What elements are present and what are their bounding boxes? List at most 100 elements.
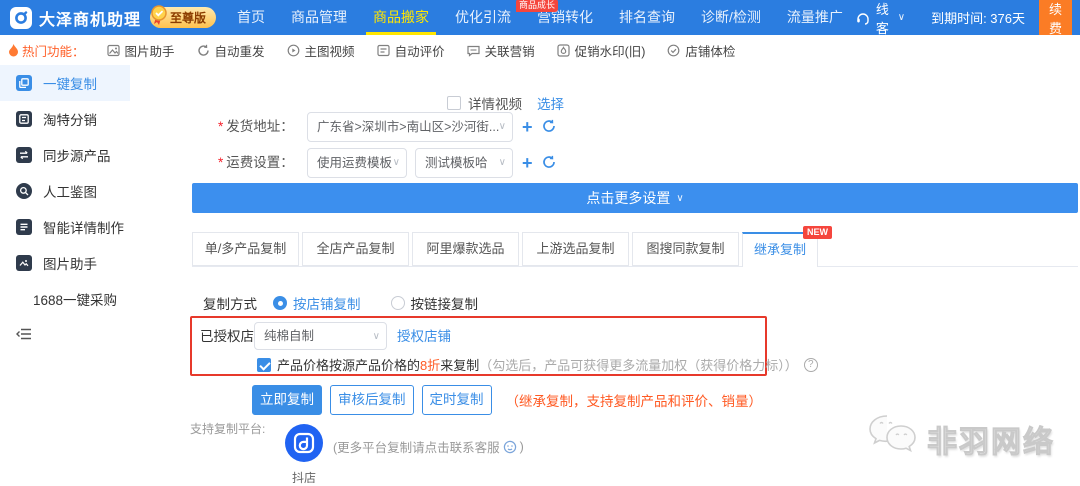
sidebar-item-sync-source[interactable]: 同步源产品 <box>0 137 130 173</box>
app-title: 大泽商机助理 <box>39 6 141 30</box>
toolbar-item-label: 促销水印(旧) <box>575 41 646 60</box>
more-settings-bar[interactable]: 点击更多设置 ∨ <box>192 183 1078 213</box>
toolbar-item-shop-checkup[interactable]: 店铺体检 <box>667 41 735 60</box>
radio-by-shop[interactable] <box>273 296 287 310</box>
watermark: 非羽网络 <box>867 414 1055 463</box>
tab-label: 继承复制 <box>754 242 806 257</box>
detail-video-select-link[interactable]: 选择 <box>537 93 564 113</box>
chevron-down-icon: ∨ <box>499 149 506 177</box>
authorize-shop-link[interactable]: 授权店铺 <box>397 323 451 351</box>
price-discount-text: 产品价格按源产品价格的8折来复制（勾选后，产品可获得更多流量加权（获得价格力标）… <box>277 355 798 374</box>
sync-icon <box>16 147 32 163</box>
expire-time: 到期时间: 376天 <box>931 8 1025 27</box>
copy-now-button[interactable]: 立即复制 <box>252 385 322 415</box>
inherit-copy-note: （继承复制，支持复制产品和评价、销量） <box>506 390 763 410</box>
flame-icon <box>8 44 19 57</box>
chevron-down-icon: ∨ <box>499 113 506 141</box>
nav-item-home[interactable]: 首页 <box>224 0 278 35</box>
copy-icon <box>16 75 32 91</box>
image-icon <box>107 44 120 57</box>
toolbar-item-label: 图片助手 <box>125 41 175 60</box>
headset-icon <box>856 11 870 25</box>
sidebar-item-image-helper[interactable]: 图片助手 <box>0 245 130 281</box>
freight-label: *运费设置： <box>218 148 294 178</box>
ship-address-value: 广东省>深圳市>南山区>沙河街... <box>317 120 499 134</box>
sidebar-collapse-icon[interactable] <box>16 327 34 346</box>
sidebar-item-smart-detail[interactable]: 智能详情制作 <box>0 209 130 245</box>
toolbar-item-label: 关联营销 <box>485 41 535 60</box>
tab-upstream-copy[interactable]: 上游选品复制 <box>522 232 629 266</box>
toolbar-item-watermark[interactable]: 促销水印(旧) <box>557 41 646 60</box>
freight-value-select[interactable]: 测试模板哈 ∨ <box>415 148 513 178</box>
sidebar-item-label: 一键复制 <box>43 73 97 93</box>
toolbar-item-image-helper[interactable]: 图片助手 <box>107 41 175 60</box>
add-freight-button[interactable]: + <box>522 148 533 178</box>
nav-item-product-move[interactable]: 商品搬家 <box>360 0 442 35</box>
sidebar-item-label: 图片助手 <box>43 253 97 273</box>
toolbar-item-related-marketing[interactable]: 关联营销 <box>467 41 535 60</box>
nav-item-ranking[interactable]: 排名查询 <box>606 0 688 35</box>
tab-single-multi-copy[interactable]: 单/多产品复制 <box>192 232 299 266</box>
sidebar-item-label: 智能详情制作 <box>43 217 124 237</box>
question-help-icon[interactable]: ? <box>804 358 818 372</box>
ship-address-select[interactable]: 广东省>深圳市>南山区>沙河街... ∨ <box>307 112 513 142</box>
tab-full-shop-copy[interactable]: 全店产品复制 <box>302 232 409 266</box>
nav-item-optimize[interactable]: 优化引流 <box>442 0 524 35</box>
freight-template-value: 使用运费模板 <box>317 156 392 170</box>
watermark-icon <box>557 44 570 57</box>
toolbar-item-auto-repost[interactable]: 自动重发 <box>197 41 265 60</box>
radio-by-link[interactable] <box>391 296 405 310</box>
scheduled-copy-button[interactable]: 定时复制 <box>422 385 492 415</box>
toolbar-item-label: 主图视频 <box>305 41 355 60</box>
nav-item-diagnose[interactable]: 诊断/检测 <box>688 0 774 35</box>
main-nav: 首页 商品管理 商品搬家 优化引流 营销转化 商品成长 排名查询 诊断/检测 流… <box>224 0 856 35</box>
chat-icon <box>467 44 480 57</box>
toolbar-item-main-video[interactable]: 主图视频 <box>287 41 355 60</box>
picture-icon <box>16 255 32 271</box>
sidebar-item-1688-purchase[interactable]: 1688一键采购 <box>0 281 130 317</box>
sidebar-item-manual-check[interactable]: 人工鉴图 <box>0 173 130 209</box>
toolbar-item-label: 自动评价 <box>395 41 445 60</box>
detail-video-checkbox[interactable] <box>447 96 461 110</box>
sidebar-item-label: 人工鉴图 <box>43 181 97 201</box>
copy-tabs: 单/多产品复制 全店产品复制 阿里爆款选品 上游选品复制 图搜同款复制 继承复制… <box>192 232 818 267</box>
discount-highlight: 8折 <box>420 355 440 374</box>
tab-inherit-copy[interactable]: 继承复制 NEW <box>742 232 818 267</box>
freight-template-select[interactable]: 使用运费模板 ∨ <box>307 148 407 178</box>
nav-item-product-manage[interactable]: 商品管理 <box>278 0 360 35</box>
chevron-down-icon: ∨ <box>373 323 380 350</box>
chevron-down-icon[interactable]: ∨ <box>898 12 905 23</box>
nav-item-marketing[interactable]: 营销转化 商品成长 <box>524 0 606 35</box>
comment-icon <box>377 44 390 57</box>
refresh-freight-button[interactable] <box>542 150 556 180</box>
tab-ali-hot-picks[interactable]: 阿里爆款选品 <box>412 232 519 266</box>
radio-by-link-label: 按链接复制 <box>411 293 479 313</box>
tab-image-search-copy[interactable]: 图搜同款复制 <box>632 232 739 266</box>
freight-value: 测试模板哈 <box>425 156 488 170</box>
copy-after-review-button[interactable]: 审核后复制 <box>330 385 414 415</box>
add-address-button[interactable]: + <box>522 112 533 142</box>
toolbar-item-label: 自动重发 <box>215 41 265 60</box>
price-discount-checkbox[interactable] <box>257 358 271 372</box>
medal-icon <box>150 5 168 28</box>
toolbar-item-auto-review[interactable]: 自动评价 <box>377 41 445 60</box>
renew-label: 续费 <box>1049 2 1062 36</box>
detail-video-label: 详情视频 <box>468 93 522 113</box>
chevron-down-icon: ∨ <box>676 193 683 204</box>
doudian-icon <box>285 449 323 466</box>
radio-by-shop-label: 按店铺复制 <box>293 293 361 313</box>
refresh-address-button[interactable] <box>542 114 556 144</box>
chevron-down-icon: ∨ <box>393 149 400 177</box>
hot-functions-label: 热门功能： <box>8 41 85 60</box>
renew-button[interactable]: 续费 <box>1039 0 1072 40</box>
sidebar-item-taote[interactable]: 淘特分销 <box>0 101 130 137</box>
radio-group-shop[interactable]: 按店铺复制 <box>273 293 361 313</box>
radio-group-link[interactable]: 按链接复制 <box>391 293 479 313</box>
authorized-shop-select[interactable]: 纯棉自制 ∨ <box>254 322 387 350</box>
sidebar-item-label: 同步源产品 <box>43 145 111 165</box>
price-discount-row: 产品价格按源产品价格的8折来复制（勾选后，产品可获得更多流量加权（获得价格力标）… <box>257 355 818 374</box>
sidebar-item-one-key-copy[interactable]: 一键复制 <box>0 65 130 101</box>
refresh-icon <box>197 44 210 57</box>
nav-item-traffic[interactable]: 流量推广 <box>774 0 856 35</box>
eye-icon <box>16 183 32 199</box>
